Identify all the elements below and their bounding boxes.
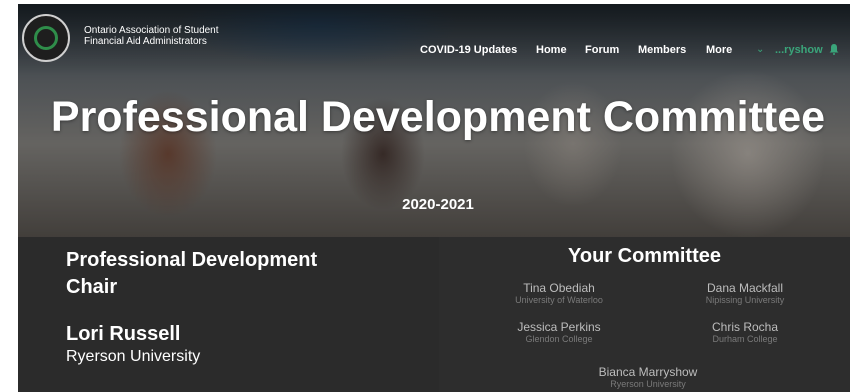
member-name: Bianca Marryshow <box>598 365 698 379</box>
committee-member: Tina Obediah University of Waterloo <box>479 281 639 306</box>
member-name: Chris Rocha <box>711 320 779 334</box>
member-name: Jessica Perkins <box>517 320 601 334</box>
committee-member: Dana Mackfall Nipissing University <box>665 281 825 306</box>
hero-banner: Ontario Association of Student Financial… <box>18 4 850 237</box>
chair-heading: Professional Development Chair <box>66 249 318 298</box>
org-name[interactable]: Ontario Association of Student Financial… <box>84 25 234 47</box>
term-years: 2020-2021 <box>402 196 474 213</box>
committee-member: Bianca Marryshow Ryerson University <box>568 365 728 390</box>
chair-name: Lori Russell <box>66 323 181 345</box>
committee-member: Jessica Perkins Glendon College <box>479 320 639 345</box>
logo-emblem <box>34 26 58 50</box>
chair-school: Ryerson University <box>66 348 201 365</box>
member-school: Glendon College <box>525 334 593 344</box>
association-logo-icon[interactable] <box>22 14 70 62</box>
page-frame: Ontario Association of Student Financial… <box>18 4 850 392</box>
nav-more[interactable]: More <box>706 44 732 56</box>
nav-covid-updates[interactable]: COVID-19 Updates <box>420 44 517 56</box>
nav-home[interactable]: Home <box>536 44 567 56</box>
member-school: Durham College <box>712 334 778 344</box>
nav-members[interactable]: Members <box>638 44 686 56</box>
chevron-down-icon[interactable]: ⌄ <box>756 44 764 55</box>
page-title: Professional Development Committee <box>50 93 826 141</box>
user-name[interactable]: ...ryshow <box>775 44 823 56</box>
committee-title: Your Committee <box>568 245 721 267</box>
member-name: Dana Mackfall <box>706 281 784 295</box>
chair-panel: Professional Development Chair Lori Russ… <box>18 237 439 392</box>
member-name: Tina Obediah <box>523 281 595 295</box>
member-school: Nipissing University <box>705 295 785 305</box>
committee-panel: Your Committee Tina Obediah University o… <box>439 237 850 392</box>
member-school: University of Waterloo <box>515 295 603 305</box>
bell-icon[interactable] <box>829 44 839 55</box>
committee-member: Chris Rocha Durham College <box>665 320 825 345</box>
member-school: Ryerson University <box>610 379 686 389</box>
nav-forum[interactable]: Forum <box>585 44 619 56</box>
